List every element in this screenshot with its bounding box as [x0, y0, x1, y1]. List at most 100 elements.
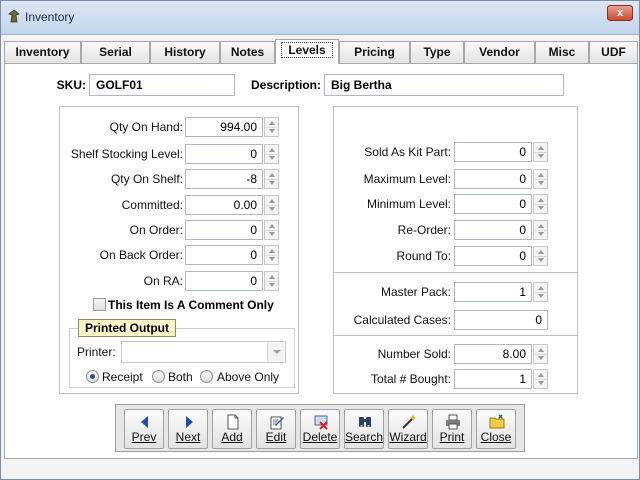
calculated-cases-label: Calculated Cases:	[353, 313, 451, 327]
maximum-level-label: Maximum Level:	[363, 172, 451, 186]
arrow-right-icon	[186, 416, 193, 428]
sku-field[interactable]: GOLF01	[89, 74, 235, 96]
printer-label: Printer:	[77, 345, 116, 359]
edit-button[interactable]: Edit	[256, 409, 296, 449]
window-close-button[interactable]: x	[607, 5, 633, 21]
on-back-order-label: On Back Order:	[99, 248, 183, 262]
arrow-left-icon	[141, 416, 148, 428]
committed-field[interactable]: 0.00	[185, 195, 263, 215]
number-sold-label: Number Sold:	[377, 347, 451, 361]
add-button[interactable]: Add	[212, 409, 252, 449]
printer-select[interactable]	[121, 341, 286, 363]
inventory-window: Inventory x Inventory Serial History Not…	[0, 0, 640, 480]
new-document-icon	[227, 414, 239, 430]
radio-both[interactable]	[152, 370, 165, 383]
radio-both-label: Both	[168, 370, 193, 384]
description-field[interactable]: Big Bertha	[324, 74, 564, 96]
radio-receipt[interactable]	[86, 370, 99, 383]
qty-on-hand-spinner[interactable]	[264, 117, 279, 137]
printed-output-legend: Printed Output	[78, 319, 176, 337]
shelf-stocking-level-spinner[interactable]	[264, 144, 279, 164]
total-bought-spinner[interactable]	[533, 369, 548, 389]
window-title: Inventory	[25, 10, 75, 24]
on-ra-spinner[interactable]	[264, 271, 279, 291]
title-bar: Inventory x	[1, 1, 639, 35]
delete-icon	[314, 415, 328, 430]
tab-history[interactable]: History	[150, 41, 220, 63]
shelf-stocking-level-field[interactable]: 0	[185, 144, 263, 164]
print-button[interactable]: Print	[432, 409, 472, 449]
on-ra-label: On RA:	[143, 274, 183, 288]
tab-inventory[interactable]: Inventory	[4, 41, 81, 63]
round-to-spinner[interactable]	[533, 246, 548, 266]
sold-as-kit-part-field[interactable]: 0	[454, 142, 532, 162]
master-pack-spinner[interactable]	[533, 282, 548, 302]
tab-strip: Inventory Serial History Notes Levels Pr…	[4, 39, 638, 64]
maximum-level-field[interactable]: 0	[454, 169, 532, 189]
qty-on-hand-label: Qty On Hand:	[109, 120, 183, 134]
maximum-level-spinner[interactable]	[533, 169, 548, 189]
radio-above-only[interactable]	[200, 370, 213, 383]
master-pack-field[interactable]: 1	[454, 282, 532, 302]
tab-levels[interactable]: Levels	[275, 39, 339, 64]
wand-icon	[402, 415, 416, 429]
number-sold-spinner[interactable]	[533, 344, 548, 364]
radio-above-only-label: Above Only	[217, 370, 280, 384]
on-back-order-field[interactable]: 0	[185, 245, 263, 265]
status-bar	[1, 459, 639, 479]
on-back-order-spinner[interactable]	[264, 245, 279, 265]
qty-on-shelf-spinner[interactable]	[264, 169, 279, 189]
separator	[333, 272, 578, 273]
sold-as-kit-part-spinner[interactable]	[533, 142, 548, 162]
on-order-field[interactable]: 0	[185, 220, 263, 240]
round-to-field[interactable]: 0	[454, 246, 532, 266]
comment-only-checkbox[interactable]	[93, 298, 106, 311]
close-folder-icon	[489, 414, 505, 429]
tab-notes[interactable]: Notes	[220, 41, 275, 63]
tab-udf[interactable]: UDF	[589, 41, 638, 63]
re-order-field[interactable]: 0	[454, 220, 532, 240]
description-label: Description:	[250, 78, 321, 92]
qty-on-shelf-label: Qty On Shelf:	[110, 172, 183, 186]
minimum-level-spinner[interactable]	[533, 194, 548, 214]
committed-label: Committed:	[121, 198, 183, 212]
qty-on-hand-field[interactable]: 994.00	[185, 117, 263, 137]
on-order-label: On Order:	[129, 223, 183, 237]
edit-icon	[270, 416, 284, 430]
round-to-label: Round To:	[396, 249, 452, 263]
prev-button[interactable]: Prev	[124, 409, 164, 449]
separator	[333, 335, 578, 336]
minimum-level-field[interactable]: 0	[454, 194, 532, 214]
close-button[interactable]: Close	[476, 409, 516, 449]
master-pack-label: Master Pack:	[380, 285, 451, 299]
qty-on-shelf-field[interactable]: -8	[185, 169, 263, 189]
binoculars-icon	[359, 417, 371, 428]
tab-misc[interactable]: Misc	[535, 41, 589, 63]
sku-label: SKU:	[56, 78, 86, 92]
total-bought-field[interactable]: 1	[454, 369, 532, 389]
minimum-level-label: Minimum Level:	[366, 197, 451, 211]
close-icon: x	[616, 7, 624, 19]
delete-button[interactable]: Delete	[300, 409, 340, 449]
tab-vendor[interactable]: Vendor	[464, 41, 535, 63]
radio-receipt-label: Receipt	[102, 370, 143, 384]
re-order-spinner[interactable]	[533, 220, 548, 240]
printer-icon	[446, 414, 460, 430]
committed-spinner[interactable]	[264, 195, 279, 215]
total-bought-label: Total # Bought:	[370, 372, 451, 386]
on-order-spinner[interactable]	[264, 220, 279, 240]
sold-as-kit-part-label: Sold As Kit Part:	[364, 145, 451, 159]
tab-type[interactable]: Type	[410, 41, 464, 63]
number-sold-field[interactable]: 8.00	[454, 344, 532, 364]
on-ra-field[interactable]: 0	[185, 271, 263, 291]
next-button[interactable]: Next	[168, 409, 208, 449]
calculated-cases-field: 0	[454, 310, 548, 330]
re-order-label: Re-Order:	[397, 223, 451, 237]
wizard-button[interactable]: Wizard	[388, 409, 428, 449]
search-button[interactable]: Search	[344, 409, 384, 449]
tab-pricing[interactable]: Pricing	[339, 41, 410, 63]
tab-serial[interactable]: Serial	[81, 41, 150, 63]
comment-only-label: This Item Is A Comment Only	[108, 298, 274, 312]
chevron-down-icon[interactable]	[267, 343, 284, 361]
shelf-stocking-level-label: Shelf Stocking Level:	[70, 147, 183, 161]
